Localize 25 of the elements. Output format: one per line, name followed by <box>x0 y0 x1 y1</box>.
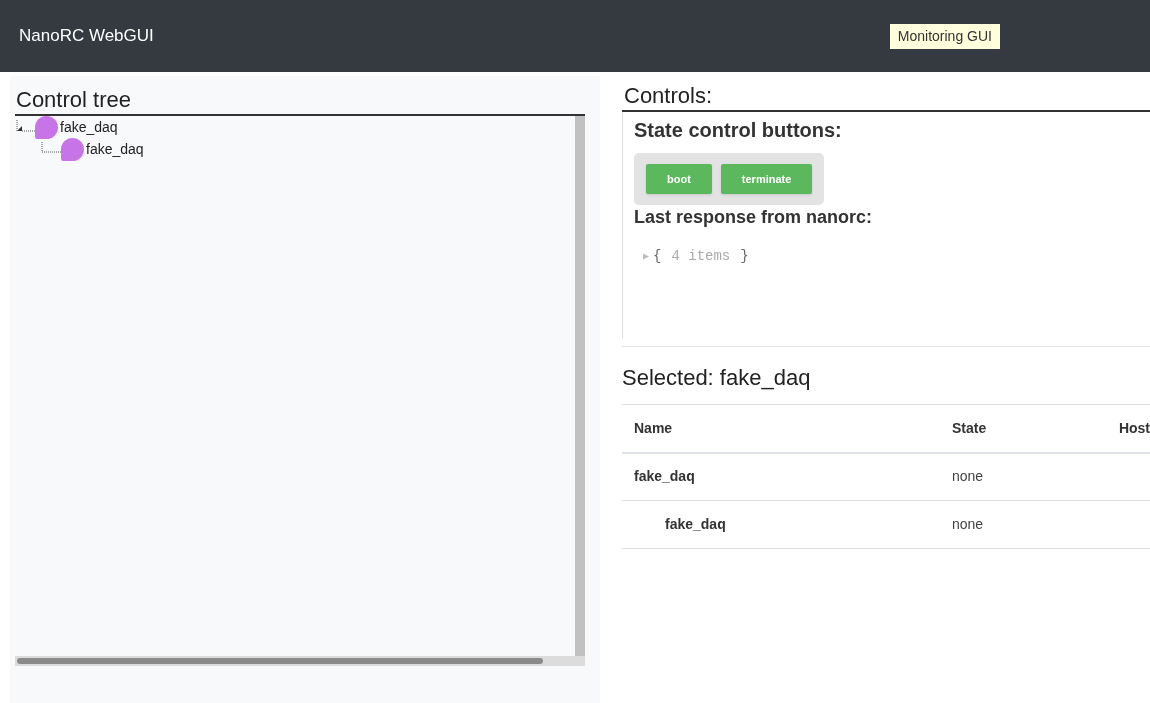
node-icon <box>35 115 58 139</box>
column-header: Name <box>622 404 952 453</box>
card-heading: State control buttons: <box>634 118 843 143</box>
table-cell: fake_daq <box>622 500 952 549</box>
brace: } <box>740 247 749 266</box>
monitoring-gui-link[interactable]: Monitoring GUI <box>889 23 1000 49</box>
brand-title[interactable]: NanoRC WebGUI <box>19 23 154 49</box>
horizontal-scrollbar[interactable] <box>15 656 585 666</box>
card-heading: Last response from nanorc: <box>634 206 874 228</box>
tree-connector-icon <box>41 142 63 156</box>
column-header: State <box>952 404 1112 453</box>
section-title: Selected: fake_daq <box>622 364 812 392</box>
vertical-scrollbar[interactable] <box>575 116 585 656</box>
column-header: Host <box>1112 404 1150 453</box>
panel-title: Control tree <box>15 86 132 114</box>
tree-expander-icon[interactable] <box>15 120 37 134</box>
section-title: Controls: <box>623 82 714 110</box>
item-count: 4 items <box>670 247 732 266</box>
tree-node-label[interactable]: fake_daq <box>60 116 118 138</box>
tree-node-label[interactable]: fake_daq <box>86 138 144 160</box>
table-cell: fake_daq <box>622 452 952 501</box>
node-icon <box>61 137 84 161</box>
table-cell: none <box>952 452 1112 501</box>
table-cell: none <box>952 500 1112 549</box>
brace: { <box>653 247 662 266</box>
